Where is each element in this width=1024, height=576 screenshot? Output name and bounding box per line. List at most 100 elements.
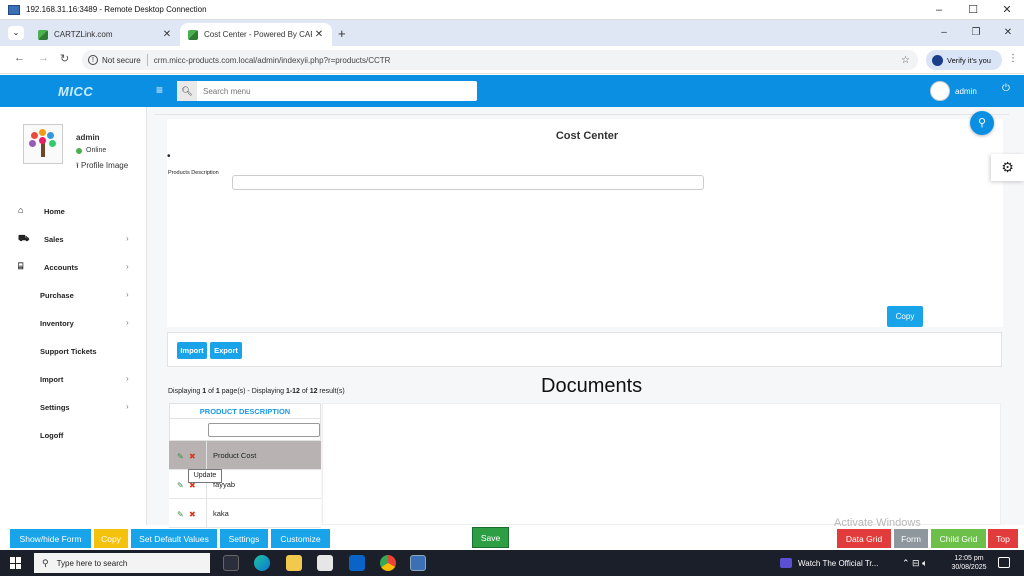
sidebar-item-support-tickets[interactable]: Support Tickets: [0, 343, 147, 359]
sidebar-item-home[interactable]: ⌂ Home: [0, 203, 147, 219]
file-explorer-icon[interactable]: [286, 555, 302, 571]
forward-arrow-icon[interactable]: →: [38, 52, 49, 64]
sidebar-item-import[interactable]: Import ›: [0, 371, 147, 387]
url-text[interactable]: crm.micc-products.com.local/admin/indexy…: [154, 56, 901, 65]
outlook-icon[interactable]: [349, 555, 365, 571]
delete-x-icon[interactable]: ✖: [189, 510, 198, 519]
summary-text: Displaying: [168, 388, 203, 395]
sidebar-item-label: Settings: [40, 403, 70, 412]
tab-close-icon[interactable]: ✕: [312, 29, 326, 40]
system-tray-icons[interactable]: ⌃ ⊟ 🔈︎: [902, 558, 927, 569]
media-title[interactable]: Watch The Official Tr...: [798, 559, 878, 568]
show-hide-form-button[interactable]: Show/hide Form: [10, 529, 91, 548]
user-avatar[interactable]: [930, 81, 950, 101]
edit-pencil-icon[interactable]: ✎: [177, 452, 186, 461]
minimize-icon[interactable]: –: [928, 20, 960, 46]
cartz-favicon-icon: [188, 29, 198, 40]
sidebar-item-sales[interactable]: ⛟ Sales ›: [0, 231, 147, 247]
profile-icon: [932, 54, 943, 66]
sidebar-item-label: Import: [40, 375, 64, 384]
edit-pencil-icon[interactable]: ✎: [177, 510, 186, 519]
verify-button[interactable]: Verify it's you: [926, 50, 1002, 70]
bank-icon: ⌸: [18, 261, 24, 271]
maximize-icon[interactable]: ☐: [956, 0, 990, 20]
new-tab-icon[interactable]: +: [338, 26, 346, 41]
sidebar-item-label: Home: [44, 207, 65, 216]
edit-pencil-icon[interactable]: ✎: [177, 481, 186, 490]
restore-icon[interactable]: ❐: [960, 20, 992, 46]
reload-icon[interactable]: ↻: [60, 52, 69, 65]
tab-cost-center[interactable]: Cost Center - Powered By CARTZ ✕: [180, 23, 332, 46]
micc-logo[interactable]: MICC: [58, 84, 93, 99]
chevron-right-icon: ›: [126, 402, 129, 411]
table-row[interactable]: ✎ ✖ Product Cost: [169, 441, 321, 470]
export-button[interactable]: Export: [210, 342, 242, 359]
form-copy-button[interactable]: Copy: [887, 306, 923, 327]
save-button[interactable]: Save: [472, 527, 509, 548]
chevron-right-icon: ›: [126, 290, 129, 299]
kebab-menu-icon[interactable]: ⋮: [1008, 53, 1018, 64]
top-button[interactable]: Top: [988, 529, 1018, 548]
column-header-product-description[interactable]: PRODUCT DESCRIPTION: [169, 403, 321, 419]
set-default-values-button[interactable]: Set Default Values: [131, 529, 217, 548]
copy-button[interactable]: Copy: [94, 529, 128, 548]
close-icon[interactable]: ✕: [990, 0, 1024, 20]
search-icon[interactable]: 🔍︎: [177, 81, 197, 101]
tree-logo-icon: [28, 129, 58, 159]
back-arrow-icon[interactable]: ←: [14, 52, 25, 64]
tab-close-icon[interactable]: ✕: [160, 29, 174, 40]
bookmark-star-icon[interactable]: ☆: [901, 55, 910, 66]
browser-tab-strip: ⌄ CARTZLink.com ✕ Cost Center - Powered …: [0, 20, 1024, 46]
table-row[interactable]: ✎ ✖ kaka: [169, 499, 321, 528]
not-secure-label: Not secure: [102, 55, 141, 65]
chrome-icon[interactable]: [380, 555, 396, 571]
task-view-icon[interactable]: [223, 555, 239, 571]
url-omnibox[interactable]: ! Not secure crm.micc-products.com.local/…: [82, 50, 918, 70]
grid-filter-input[interactable]: [208, 423, 320, 437]
gear-icon[interactable]: ⚙: [991, 154, 1024, 181]
pagination-summary: Displaying 1 of 1 page(s) - Displaying 1…: [168, 388, 345, 395]
taskbar-clock[interactable]: 12:05 pm 30/08/2025: [950, 554, 988, 572]
settings-button[interactable]: Settings: [220, 529, 268, 548]
products-description-input[interactable]: [232, 175, 704, 190]
customize-button[interactable]: Customize: [271, 529, 330, 548]
sidebar-item-label: Logoff: [40, 431, 64, 440]
menu-search-input[interactable]: [203, 86, 463, 96]
form-view-button[interactable]: Form: [894, 529, 928, 548]
sidebar-item-inventory[interactable]: Inventory ›: [0, 315, 147, 331]
tab-search-icon[interactable]: ⌄: [8, 26, 24, 40]
import-button[interactable]: Import: [177, 342, 207, 359]
edge-icon[interactable]: [254, 555, 270, 571]
store-icon[interactable]: [317, 555, 333, 571]
status-label: Online: [86, 147, 107, 154]
sidebar-item-settings[interactable]: Settings ›: [0, 399, 147, 415]
hamburger-menu-icon[interactable]: ≡: [156, 83, 163, 97]
summary-text: of: [206, 388, 216, 395]
remote-desktop-icon[interactable]: [410, 555, 426, 571]
close-icon[interactable]: ✕: [992, 20, 1024, 46]
profile-image-link[interactable]: ⭱ Profile Image: [76, 160, 128, 174]
floating-search-icon[interactable]: ⚲: [970, 111, 994, 135]
notification-icon[interactable]: [998, 557, 1010, 568]
data-grid-button[interactable]: Data Grid: [837, 529, 891, 548]
power-icon[interactable]: ⏻: [1002, 83, 1010, 94]
windows-start-icon[interactable]: [10, 557, 22, 569]
not-secure-indicator[interactable]: ! Not secure: [88, 55, 141, 65]
child-grid-button[interactable]: Child Grid: [931, 529, 986, 548]
taskbar-search-placeholder: Type here to search: [56, 558, 128, 568]
taskbar-search[interactable]: ⚲ Type here to search: [34, 553, 210, 573]
page-title: Cost Center: [555, 130, 619, 142]
clock-time: 12:05 pm: [954, 555, 984, 562]
tab-cartzlink[interactable]: CARTZLink.com ✕: [30, 23, 180, 46]
sidebar-item-accounts[interactable]: ⌸ Accounts ›: [0, 259, 147, 275]
chevron-right-icon: ›: [126, 262, 129, 271]
minimize-icon[interactable]: –: [922, 0, 956, 20]
header-username[interactable]: admin: [955, 87, 977, 96]
media-icon[interactable]: [780, 558, 792, 568]
documents-title: Documents: [541, 375, 643, 397]
grid-filter-row: [169, 419, 321, 441]
sidebar-item-logoff[interactable]: Logoff: [0, 427, 147, 443]
delete-x-icon[interactable]: ✖: [189, 452, 198, 461]
documents-panel: [322, 403, 1001, 525]
sidebar-item-purchase[interactable]: Purchase ›: [0, 287, 147, 303]
